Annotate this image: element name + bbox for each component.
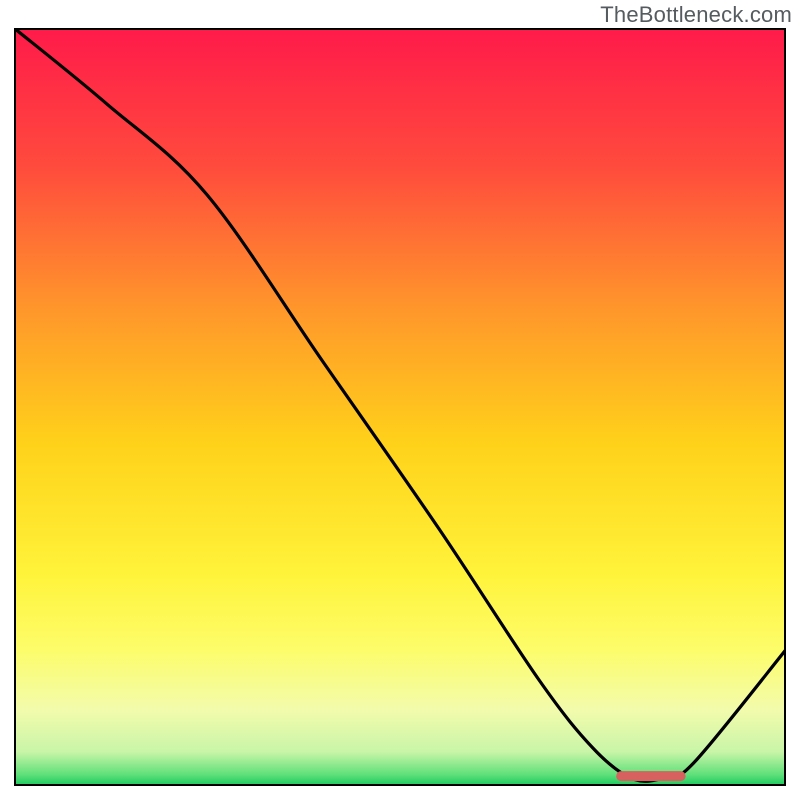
- bottleneck-chart: [14, 28, 786, 786]
- optimal-range-marker: [616, 771, 685, 781]
- gradient-background: [14, 28, 786, 786]
- watermark-text: TheBottleneck.com: [600, 2, 792, 28]
- plot-area: [14, 28, 786, 786]
- chart-container: TheBottleneck.com: [0, 0, 800, 800]
